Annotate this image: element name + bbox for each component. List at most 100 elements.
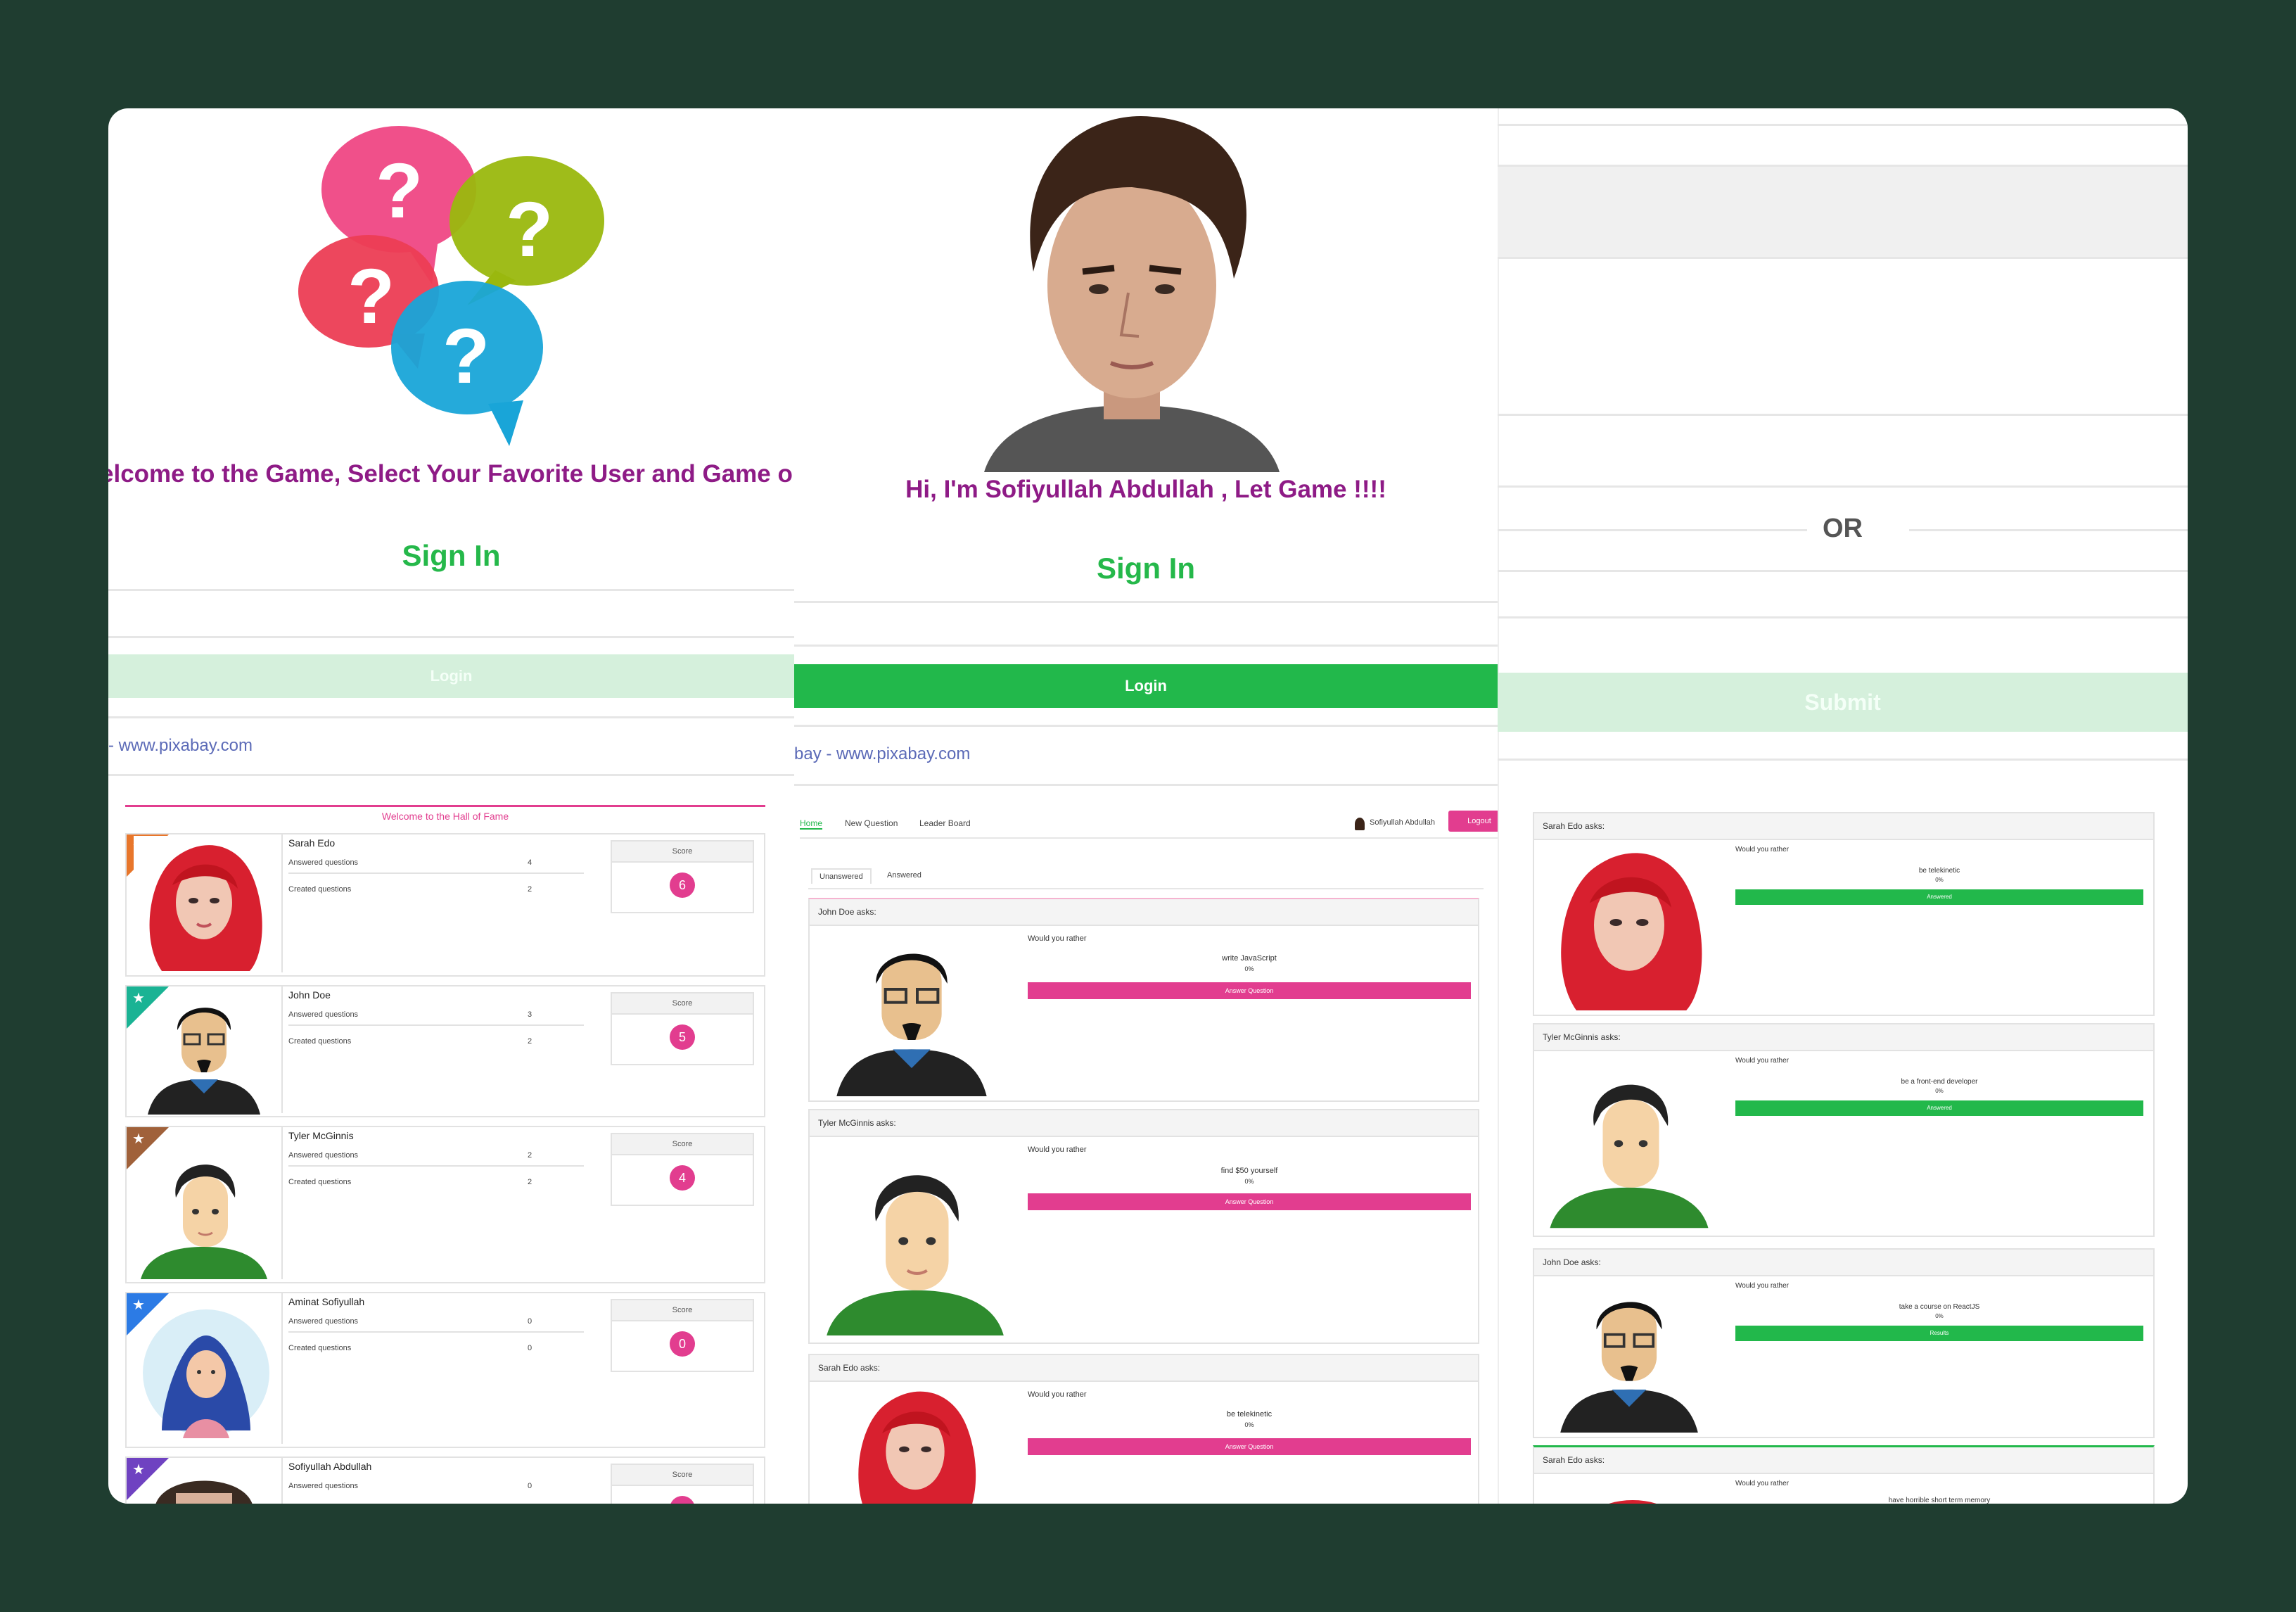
score-label: Score — [612, 1134, 753, 1155]
question-option: be telekinetic — [1226, 1410, 1273, 1419]
or-line-right — [1909, 529, 2188, 531]
nav-home[interactable]: Home — [800, 818, 823, 830]
sign-in-title: Sign In — [1097, 552, 1195, 585]
score-badge: 5 — [670, 1024, 695, 1050]
avatar-john — [836, 953, 987, 1096]
question-option: write JavaScript — [1222, 954, 1277, 963]
avatar-john — [148, 1008, 260, 1115]
user-name: John Doe — [288, 989, 331, 1001]
svg-text:?: ? — [347, 253, 395, 340]
answer-question-button[interactable]: Answer Question — [1028, 1438, 1471, 1455]
option-percent: 0% — [1935, 1088, 1944, 1094]
score-badge: 0 — [670, 1331, 695, 1357]
option-percent: 0% — [1935, 877, 1944, 883]
option-percent: 0% — [1935, 1313, 1944, 1319]
avatar-aminat — [143, 1309, 269, 1438]
divider — [1498, 414, 2188, 416]
hall-of-fame-title: Welcome to the Hall of Fame — [381, 811, 509, 822]
hall-border — [125, 805, 765, 807]
created-label: Created questions — [288, 1178, 352, 1186]
question-option: be a front-end developer — [1901, 1078, 1978, 1086]
nav-divider — [800, 837, 1498, 839]
question-author: Sarah Edo asks: — [1534, 1447, 2153, 1474]
leaderboard-entry: ★ Aminat Sofiyullah Answered questions 0… — [125, 1292, 765, 1448]
result-card: Tyler McGinnis asks: Would you rather be… — [1533, 1023, 2155, 1237]
answered-label: Answered questions — [288, 1151, 359, 1160]
question-author: Sarah Edo asks: — [1534, 813, 2153, 840]
question-prompt: Would you rather — [1028, 1390, 1087, 1399]
divider — [1498, 759, 2188, 761]
option-one-input[interactable] — [1498, 165, 2188, 259]
login-panel-selected: Hi, I'm Sofiyullah Abdullah , Let Game !… — [794, 108, 1499, 1504]
result-button[interactable]: Answered — [1735, 1100, 2143, 1116]
leaderboard-entry: ★ Sofiyullah Abdullah Answered questions… — [125, 1456, 765, 1504]
user-name: Tyler McGinnis — [288, 1130, 354, 1141]
question-author: Tyler McGinnis asks: — [1534, 1024, 2153, 1051]
result-button[interactable]: Results — [1735, 1326, 2143, 1341]
score-box: Score 6 — [611, 840, 754, 913]
score-label: Score — [612, 1300, 753, 1321]
question-option: be telekinetic — [1918, 867, 1960, 875]
avatar-sarah — [1609, 1500, 1657, 1504]
created-count: 2 — [528, 1178, 532, 1186]
avatar-john — [1560, 1302, 1698, 1433]
created-label: Created questions — [288, 1344, 352, 1352]
svg-text:?: ? — [376, 148, 423, 234]
answer-question-button[interactable]: Answer Question — [1028, 982, 1471, 999]
question-author: John Doe asks: — [1534, 1250, 2153, 1276]
result-card: John Doe asks: Would you rather take a c… — [1533, 1248, 2155, 1438]
leaderboard-entry: ★ Sarah Edo Answered questions 4 Created… — [125, 833, 765, 977]
result-card: Sarah Edo asks: Would you rather be tele… — [1533, 812, 2155, 1016]
new-question-panel: OR Submit Sarah Edo asks: Would you rath… — [1498, 108, 2188, 1504]
score-label: Score — [612, 994, 753, 1015]
user-name: Sarah Edo — [288, 837, 336, 849]
answered-count: 0 — [528, 1482, 532, 1490]
score-badge: 4 — [670, 1165, 695, 1191]
created-label: Created questions — [288, 885, 352, 894]
question-author: John Doe asks: — [810, 899, 1478, 926]
avatar-sarah — [1561, 853, 1702, 1010]
answered-count: 2 — [528, 1151, 532, 1160]
selected-user-portrait — [984, 110, 1280, 472]
question-prompt: Would you rather — [1028, 934, 1087, 943]
divider — [794, 601, 1498, 603]
answered-label: Answered questions — [288, 1482, 359, 1490]
divider — [108, 589, 794, 591]
question-option: have horrible short term memory — [1888, 1497, 1991, 1504]
avatar-sarah — [858, 1391, 976, 1504]
tab-unanswered[interactable]: Unanswered — [811, 868, 872, 884]
question-option: take a course on ReactJS — [1899, 1303, 1980, 1311]
question-prompt: Would you rather — [1735, 1480, 1789, 1487]
login-button[interactable]: Login — [108, 654, 794, 698]
tab-divider — [808, 888, 1484, 889]
answered-count: 0 — [528, 1317, 532, 1326]
result-button[interactable]: Answered — [1735, 889, 2143, 905]
logout-button[interactable]: Logout — [1448, 811, 1498, 832]
user-avatar — [1355, 818, 1365, 830]
submit-button[interactable]: Submit — [1498, 673, 2188, 732]
nav-new-question[interactable]: New Question — [845, 818, 898, 828]
result-card: Sarah Edo asks: Would you rather have ho… — [1533, 1445, 2155, 1504]
answered-count: 3 — [528, 1010, 532, 1019]
nav-leaderboard[interactable]: Leader Board — [919, 818, 971, 828]
question-card: Sarah Edo asks: Would you rather be tele… — [808, 1354, 1479, 1504]
user-select-dropdown[interactable] — [108, 636, 794, 638]
score-box: Score 4 — [611, 1133, 754, 1206]
option-percent: 0% — [1244, 1178, 1254, 1185]
tab-answered[interactable]: Answered — [887, 871, 921, 880]
answer-question-button[interactable]: Answer Question — [1028, 1193, 1471, 1210]
screenshot-collage: ? ? ? ? elcome to the Game, Select Your … — [108, 108, 2188, 1504]
question-prompt: Would you rather — [1735, 1057, 1789, 1065]
question-author: Sarah Edo asks: — [810, 1355, 1478, 1382]
option-two-input[interactable] — [1498, 570, 2188, 572]
nav-user-name: Sofiyullah Abdullah — [1370, 818, 1435, 827]
login-button[interactable]: Login — [794, 664, 1498, 708]
divider — [108, 774, 794, 776]
user-name: Sofiyullah Abdullah — [288, 1461, 372, 1472]
question-card: John Doe asks: Would you rather write Ja… — [808, 898, 1479, 1102]
user-select-dropdown[interactable] — [794, 645, 1498, 647]
score-badge — [670, 1496, 695, 1504]
divider — [108, 716, 794, 718]
question-prompt: Would you rather — [1735, 1282, 1789, 1290]
answered-label: Answered questions — [288, 1010, 359, 1019]
